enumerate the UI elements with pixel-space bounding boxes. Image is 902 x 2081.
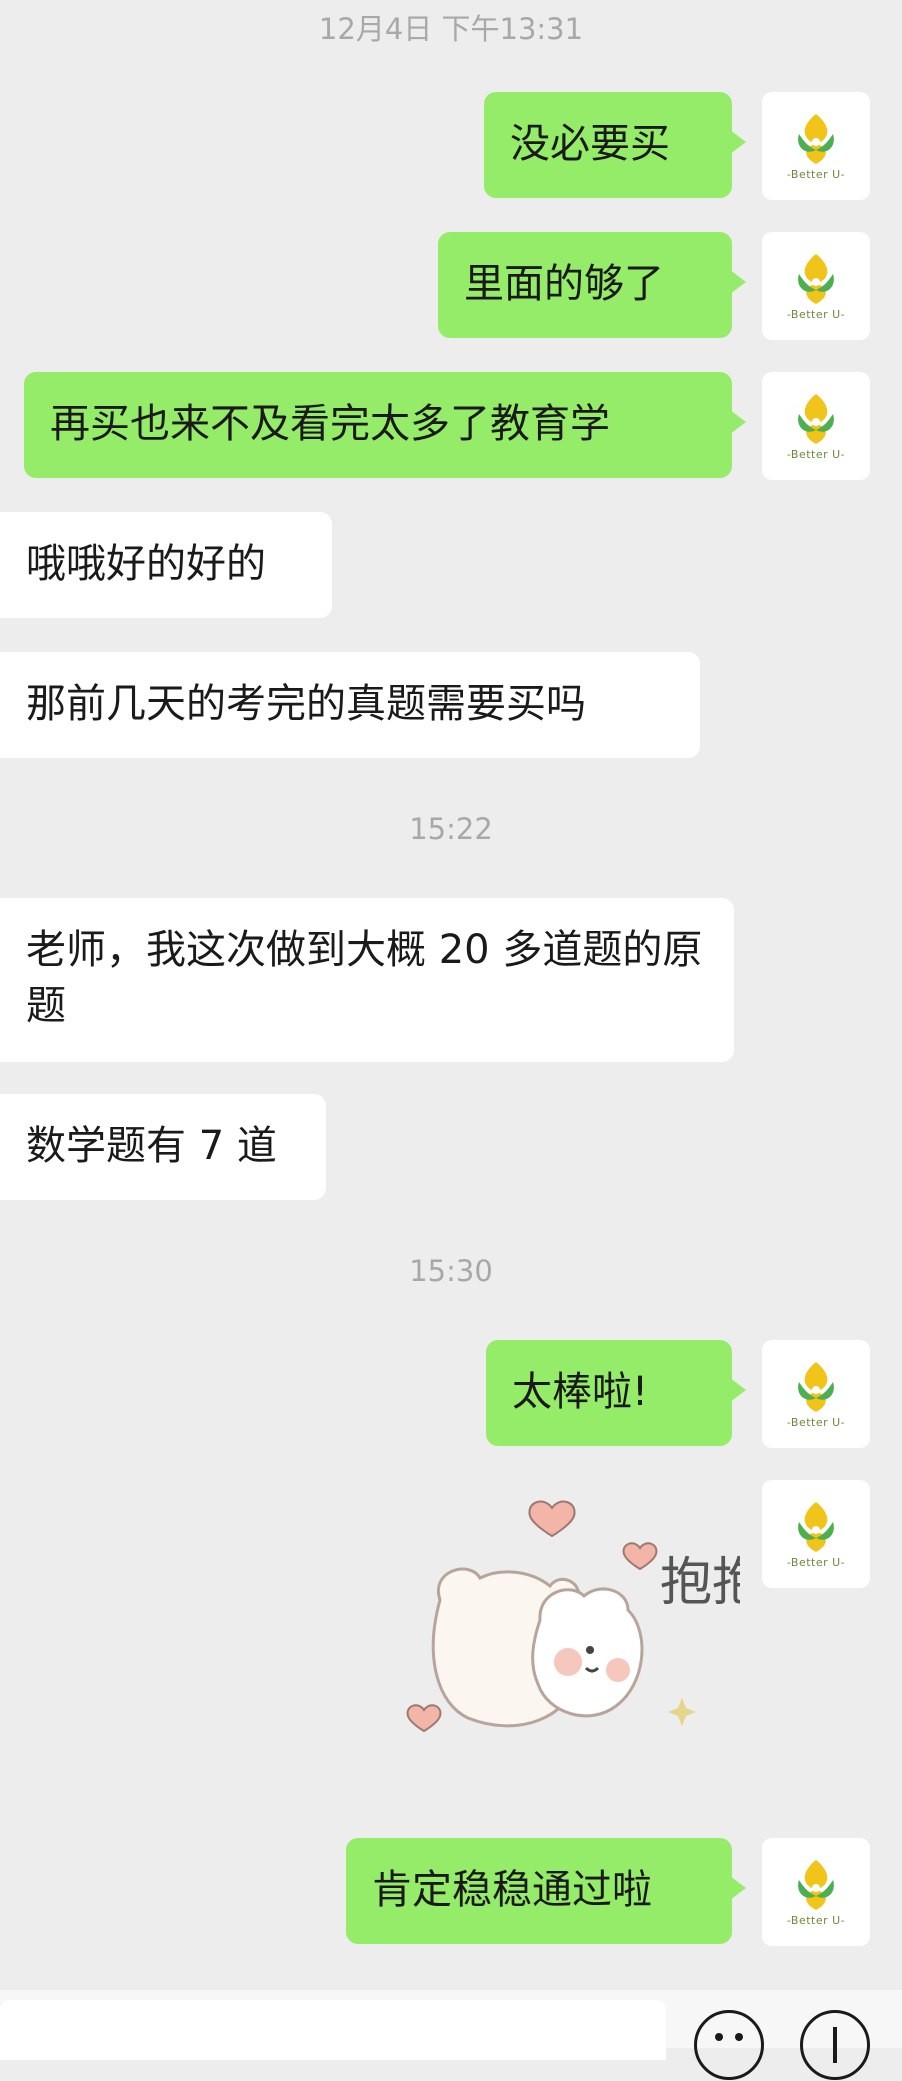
- better-u-logo-icon: [798, 1501, 834, 1552]
- hug-sticker-icon: 抱抱: [406, 1500, 764, 1733]
- message-bubble-received[interactable]: 数学题有 7 道: [0, 1094, 326, 1200]
- better-u-logo-icon: [798, 393, 834, 444]
- sticker-message[interactable]: 抱抱: [390, 1490, 764, 1760]
- message-bubble-received[interactable]: 那前几天的考完的真题需要买吗: [0, 652, 700, 758]
- better-u-logo-icon: [798, 113, 834, 164]
- plus-icon[interactable]: [800, 2010, 870, 2080]
- message-text: 没必要买: [510, 121, 670, 167]
- avatar-brand-text: -Better U-: [786, 447, 846, 461]
- avatar[interactable]: -Better U-: [762, 232, 870, 340]
- message-input[interactable]: [0, 2000, 666, 2060]
- message-text: 再买也来不及看完太多了教育学: [50, 401, 610, 447]
- message-bubble-sent[interactable]: 太棒啦!: [486, 1340, 746, 1446]
- message-text: 数学题有 7 道: [26, 1123, 277, 1169]
- avatar[interactable]: -Better U-: [762, 1340, 870, 1448]
- avatar-brand-text: -Better U-: [786, 307, 846, 321]
- timestamp: 12月4日 下午13:31: [318, 12, 584, 46]
- message-text: 肯定稳稳通过啦: [372, 1867, 652, 1913]
- avatar[interactable]: -Better U-: [762, 1480, 870, 1588]
- avatar-brand-text: -Better U-: [786, 1415, 846, 1429]
- message-text: 老师，我这次做到大概 20 多道题的原题: [26, 927, 703, 1029]
- timestamp: 15:22: [409, 812, 493, 846]
- message-text: 太棒啦!: [512, 1369, 649, 1415]
- message-text: 哦哦好的好的: [26, 541, 266, 587]
- message-bubble-sent[interactable]: 没必要买: [484, 92, 746, 198]
- avatar[interactable]: -Better U-: [762, 92, 870, 200]
- avatar-brand-text: -Better U-: [786, 1913, 846, 1927]
- avatar[interactable]: -Better U-: [762, 372, 870, 480]
- message-bubble-received[interactable]: 哦哦好的好的: [0, 512, 332, 618]
- avatar-brand-text: -Better U-: [786, 167, 846, 181]
- better-u-logo-icon: [798, 1361, 834, 1412]
- avatar[interactable]: -Better U-: [762, 1838, 870, 1946]
- message-bubble-sent[interactable]: 里面的够了: [438, 232, 746, 338]
- avatar-brand-text: -Better U-: [786, 1555, 846, 1569]
- emoji-face-icon: [715, 2033, 743, 2041]
- message-text: 里面的够了: [464, 261, 664, 307]
- sticker-text: 抱抱: [660, 1553, 740, 1613]
- emoji-icon[interactable]: [694, 2010, 764, 2080]
- message-bubble-sent[interactable]: 再买也来不及看完太多了教育学: [24, 372, 746, 478]
- plus-glyph-icon: [833, 2027, 837, 2063]
- better-u-logo-icon: [798, 253, 834, 304]
- message-bubble-sent[interactable]: 肯定稳稳通过啦: [346, 1838, 746, 1944]
- timestamp: 15:30: [409, 1254, 493, 1288]
- better-u-logo-icon: [798, 1859, 834, 1910]
- message-bubble-received[interactable]: 老师，我这次做到大概 20 多道题的原题: [0, 898, 734, 1062]
- message-text: 那前几天的考完的真题需要买吗: [26, 681, 586, 727]
